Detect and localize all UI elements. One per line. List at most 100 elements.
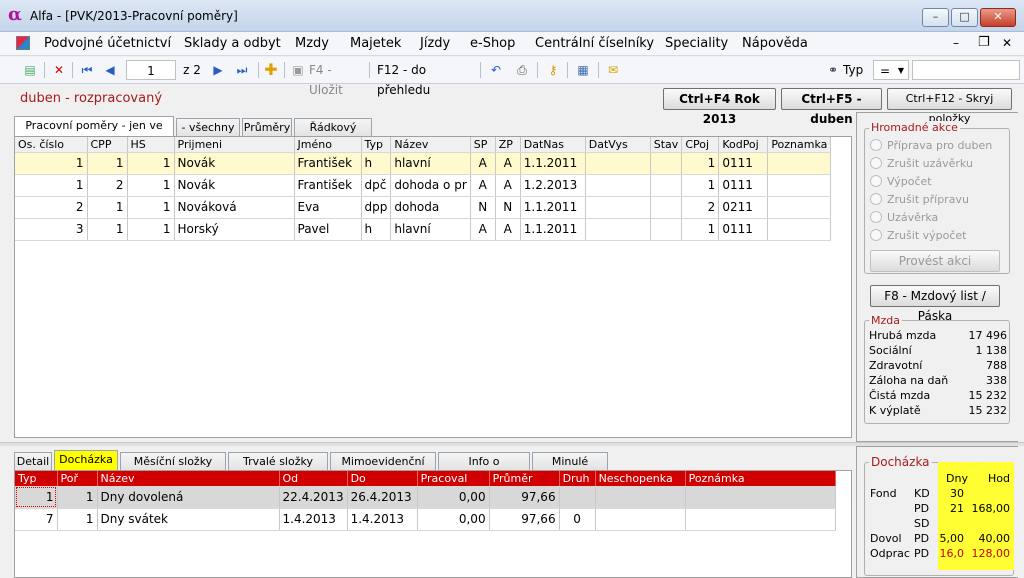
attendance-cell[interactable]: Dny svátek bbox=[97, 508, 280, 531]
employment-cell[interactable]: 0111 bbox=[718, 174, 769, 197]
close-button[interactable]: ✕ bbox=[980, 8, 1016, 27]
employment-cell[interactable]: 1.2.2013 bbox=[520, 174, 586, 197]
attendance-cell[interactable]: 1 bbox=[57, 486, 98, 509]
attendance-cell[interactable]: 0 bbox=[559, 508, 596, 531]
attendance-col-header[interactable]: Od bbox=[279, 471, 348, 487]
employment-cell[interactable]: 1 bbox=[681, 174, 720, 197]
employment-cell[interactable]: A bbox=[470, 218, 496, 241]
employment-cell[interactable] bbox=[585, 152, 651, 175]
attendance-col-header[interactable]: Poznámka bbox=[685, 471, 836, 487]
attendance-cell[interactable]: 97,66 bbox=[489, 486, 560, 509]
attendance-cell[interactable] bbox=[595, 486, 686, 509]
mdi-minimize-button[interactable]: – bbox=[953, 36, 959, 50]
employment-cell[interactable]: Pavel bbox=[294, 218, 362, 241]
calculator-icon[interactable]: ▦ bbox=[574, 60, 592, 80]
mdi-document-icon[interactable] bbox=[16, 36, 30, 50]
menu-jizdy[interactable]: Jízdy bbox=[420, 36, 450, 51]
employment-cell[interactable]: A bbox=[495, 174, 521, 197]
employments-col-header[interactable]: HS bbox=[127, 137, 175, 153]
employment-row[interactable]: 2 1 1 Nováková Eva dpp dohoda N N 1.1.2011 2 0211 bbox=[15, 196, 832, 219]
employment-cell[interactable] bbox=[650, 152, 683, 175]
key-icon[interactable]: ⚷ bbox=[545, 60, 561, 80]
employment-cell[interactable]: dohoda o pr bbox=[390, 174, 471, 197]
attendance-cell[interactable]: 1 bbox=[57, 508, 98, 531]
payroll-sheet-button[interactable]: F8 - Mzdový list / Páska bbox=[870, 285, 1000, 323]
tab-deductions-info[interactable]: Info o odpočtech bbox=[438, 452, 530, 485]
employment-cell[interactable]: dohoda bbox=[390, 196, 471, 219]
attendance-cell[interactable]: Dny dovolená bbox=[97, 486, 280, 509]
employment-cell[interactable] bbox=[650, 174, 683, 197]
attendance-cell[interactable] bbox=[685, 508, 836, 531]
attendance-row[interactable]: 1 1 Dny dovolená 22.4.2013 26.4.2013 0,00 97,6… bbox=[15, 486, 836, 509]
employment-cell[interactable]: A bbox=[470, 174, 496, 197]
attendance-cell[interactable] bbox=[559, 486, 596, 509]
employment-cell[interactable] bbox=[767, 152, 832, 175]
radio-uzaverka[interactable]: Uzávěrka bbox=[870, 208, 1010, 226]
previous-record-icon[interactable]: ◀ bbox=[101, 60, 119, 80]
employment-cell[interactable]: 1 bbox=[127, 196, 175, 219]
menu-eshop[interactable]: e-Shop bbox=[470, 36, 515, 51]
employment-cell[interactable]: 1.1.2011 bbox=[520, 152, 586, 175]
operator-select[interactable]: = ▼ bbox=[873, 60, 909, 80]
undo-icon[interactable]: ↶ bbox=[487, 60, 505, 80]
employment-cell[interactable]: Horský bbox=[174, 218, 295, 241]
employment-cell[interactable] bbox=[650, 196, 683, 219]
employment-cell[interactable]: 1 bbox=[87, 196, 128, 219]
tab-attendance[interactable]: Docházka bbox=[54, 450, 118, 470]
attendance-row[interactable]: 7 1 Dny svátek 1.4.2013 1.4.2013 0,00 97,66 0 bbox=[15, 508, 836, 531]
save-button[interactable]: F4 - Uložit bbox=[309, 60, 365, 97]
print-icon[interactable]: ⎙ bbox=[512, 60, 532, 80]
employment-cell[interactable]: 1 bbox=[681, 152, 720, 175]
tab-row-editor[interactable]: Řádkový editor bbox=[294, 118, 372, 151]
attendance-cell[interactable]: 22.4.2013 bbox=[279, 486, 348, 509]
tab-off-record-status[interactable]: Mimoevidenční stav bbox=[330, 452, 436, 485]
delete-icon[interactable]: ✕ bbox=[50, 60, 68, 80]
menu-mzdy[interactable]: Mzdy bbox=[295, 36, 329, 51]
employments-col-header[interactable]: Prijmeni bbox=[174, 137, 295, 153]
radio-zrusit-uzaverku[interactable]: Zrušit uzávěrku bbox=[870, 154, 1010, 172]
employment-cell[interactable] bbox=[767, 218, 832, 241]
employment-cell[interactable]: 2 bbox=[87, 174, 128, 197]
employment-cell[interactable]: 3 bbox=[15, 218, 88, 241]
employment-cell[interactable]: hlavní bbox=[390, 218, 471, 241]
attendance-col-header[interactable]: Do bbox=[347, 471, 418, 487]
employment-cell[interactable]: hlavní bbox=[390, 152, 471, 175]
attendance-col-header[interactable]: Pracoval bbox=[417, 471, 490, 487]
minimize-button[interactable]: – bbox=[922, 8, 949, 27]
tab-averages[interactable]: Průměry bbox=[242, 118, 292, 136]
employment-cell[interactable]: A bbox=[495, 218, 521, 241]
employments-col-header[interactable]: Stav bbox=[650, 137, 683, 153]
employment-cell[interactable]: 1 bbox=[87, 152, 128, 175]
to-overview-button[interactable]: F12 - do přehledu bbox=[377, 60, 477, 97]
employments-col-header[interactable]: DatVys bbox=[585, 137, 651, 153]
employment-cell[interactable]: dpč bbox=[361, 174, 392, 197]
radio-vypocet[interactable]: Výpočet bbox=[870, 172, 1010, 190]
tab-employments-active[interactable]: Pracovní poměry - jen ve stavu bbox=[14, 116, 174, 149]
employment-cell[interactable]: N bbox=[495, 196, 521, 219]
mail-icon[interactable]: ✉ bbox=[604, 60, 622, 80]
attendance-cell[interactable]: 0,00 bbox=[417, 508, 490, 531]
employment-cell[interactable]: A bbox=[470, 152, 496, 175]
filter-input[interactable] bbox=[912, 60, 1020, 80]
tab-all[interactable]: - všechny bbox=[176, 118, 240, 136]
employments-col-header[interactable]: CPoj bbox=[681, 137, 720, 153]
employment-cell[interactable]: Eva bbox=[294, 196, 362, 219]
menu-napoveda[interactable]: Nápověda bbox=[742, 36, 808, 51]
year-button[interactable]: Ctrl+F4 Rok 2013 bbox=[663, 88, 776, 126]
menu-speciality[interactable]: Speciality bbox=[665, 36, 728, 51]
month-button[interactable]: Ctrl+F5 - duben bbox=[781, 88, 882, 126]
employment-cell[interactable]: 2 bbox=[681, 196, 720, 219]
employment-cell[interactable]: František bbox=[294, 174, 362, 197]
properties-icon[interactable]: ▤ bbox=[22, 60, 38, 80]
attendance-cell[interactable]: 97,66 bbox=[489, 508, 560, 531]
employment-cell[interactable]: Novák bbox=[174, 152, 295, 175]
next-record-icon[interactable]: ▶ bbox=[209, 60, 227, 80]
employment-cell[interactable] bbox=[585, 218, 651, 241]
employment-cell[interactable]: 1 bbox=[127, 152, 175, 175]
attendance-col-header[interactable]: Typ bbox=[15, 471, 58, 487]
employments-col-header[interactable]: CPP bbox=[87, 137, 128, 153]
maximize-button[interactable]: □ bbox=[951, 8, 978, 27]
employment-cell[interactable] bbox=[585, 196, 651, 219]
menu-sklady[interactable]: Sklady a odbyt bbox=[184, 36, 281, 51]
employment-cell[interactable]: 0111 bbox=[718, 152, 769, 175]
